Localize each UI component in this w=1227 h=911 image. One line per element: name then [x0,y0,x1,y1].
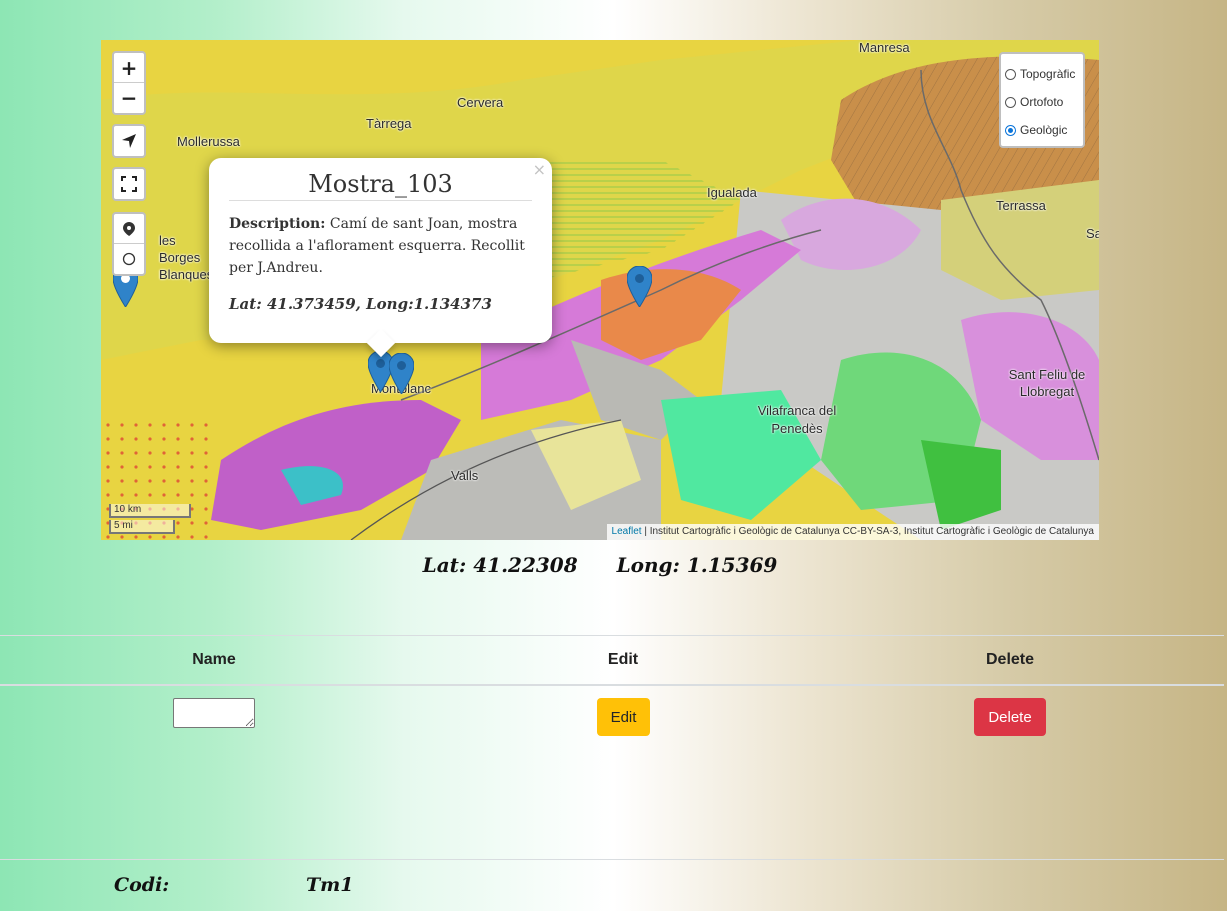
marker-popup: × Mostra_103 Description: Camí de sant J… [209,158,552,358]
marker-icon [123,221,135,236]
popup-close-button[interactable]: × [533,160,546,179]
current-long: Long: 1.15369 [616,553,778,577]
layer-option-topografic[interactable]: Topogràfic [1005,60,1079,88]
current-coordinates: Lat: 41.22308 Long: 1.15369 [0,553,1200,577]
layer-option-geologic[interactable]: Geològic [1005,116,1079,144]
place-label-terrassa: Terrassa [996,198,1046,213]
geologic-map[interactable]: Manresa Cervera Tàrrega Mollerussa Igual… [101,40,1099,540]
column-header-name: Name [192,651,236,668]
map-marker[interactable] [627,266,652,307]
popup-description-label: Description: [229,216,326,232]
column-header-delete: Delete [985,651,1035,668]
layer-switcher: Topogràfic Ortofoto Geològic [999,52,1085,148]
layer-radio[interactable] [1005,124,1016,136]
locate-control [112,124,146,158]
map-attribution: Leaflet | Institut Cartogràfic i Geològi… [606,524,1099,540]
zoom-out-button[interactable]: − [114,83,144,113]
draw-circle-button[interactable] [114,244,144,274]
layer-label: Ortofoto [1020,95,1064,109]
codi-value: Tm1 [306,874,354,896]
place-label-sa: Sa [1086,226,1099,241]
table-header-border [0,684,1224,686]
navigation-arrow-icon [122,134,136,148]
attribution-text: | Institut Cartogràfic i Geològic de Cat… [644,526,1094,537]
layer-label: Topogràfic [1020,67,1076,81]
current-lat: Lat: 41.22308 [422,553,578,577]
layer-label: Geològic [1020,123,1068,137]
zoom-in-button[interactable]: + [114,53,144,83]
place-label-igualada: Igualada [707,185,757,200]
circle-icon [122,252,136,266]
draw-control [112,212,146,276]
layer-radio[interactable] [1005,68,1016,80]
fullscreen-control [112,167,146,201]
scale-mi: 5 mi [109,520,175,534]
zoom-control: + − [112,51,146,115]
leaflet-link[interactable]: Leaflet [612,526,642,537]
codi-label: Codi: [114,874,170,896]
popup-description: Description: Camí de sant Joan, mostra r… [229,213,532,279]
layer-radio[interactable] [1005,96,1016,108]
place-label-sant-feliu: Sant Feliu de Llobregat [1008,367,1086,399]
name-textarea[interactable] [173,698,255,728]
map-marker[interactable] [389,353,414,394]
place-label-mollerussa: Mollerussa [177,134,240,149]
edit-button[interactable]: Edit [597,698,650,736]
popup-title: Mostra_103 [229,170,532,201]
place-label-manresa: Manresa [859,40,910,55]
fullscreen-icon [121,176,137,192]
column-header-edit: Edit [607,651,639,668]
place-label-vilafranca: Vilafranca del Penedès [757,403,837,436]
place-label-tarrega: Tàrrega [366,116,412,131]
locate-button[interactable] [114,126,144,156]
popup-coords: Lat: 41.373459, Long:1.134373 [229,295,492,313]
delete-button[interactable]: Delete [974,698,1046,736]
place-label-valls: Valls [451,468,479,483]
draw-marker-button[interactable] [114,214,144,244]
place-label-cervera: Cervera [457,95,504,110]
layer-option-ortofoto[interactable]: Ortofoto [1005,88,1079,116]
scale-km: 10 km [109,504,191,518]
table-bottom-border [0,859,1224,860]
table-top-border [0,635,1224,636]
fullscreen-button[interactable] [114,169,144,199]
